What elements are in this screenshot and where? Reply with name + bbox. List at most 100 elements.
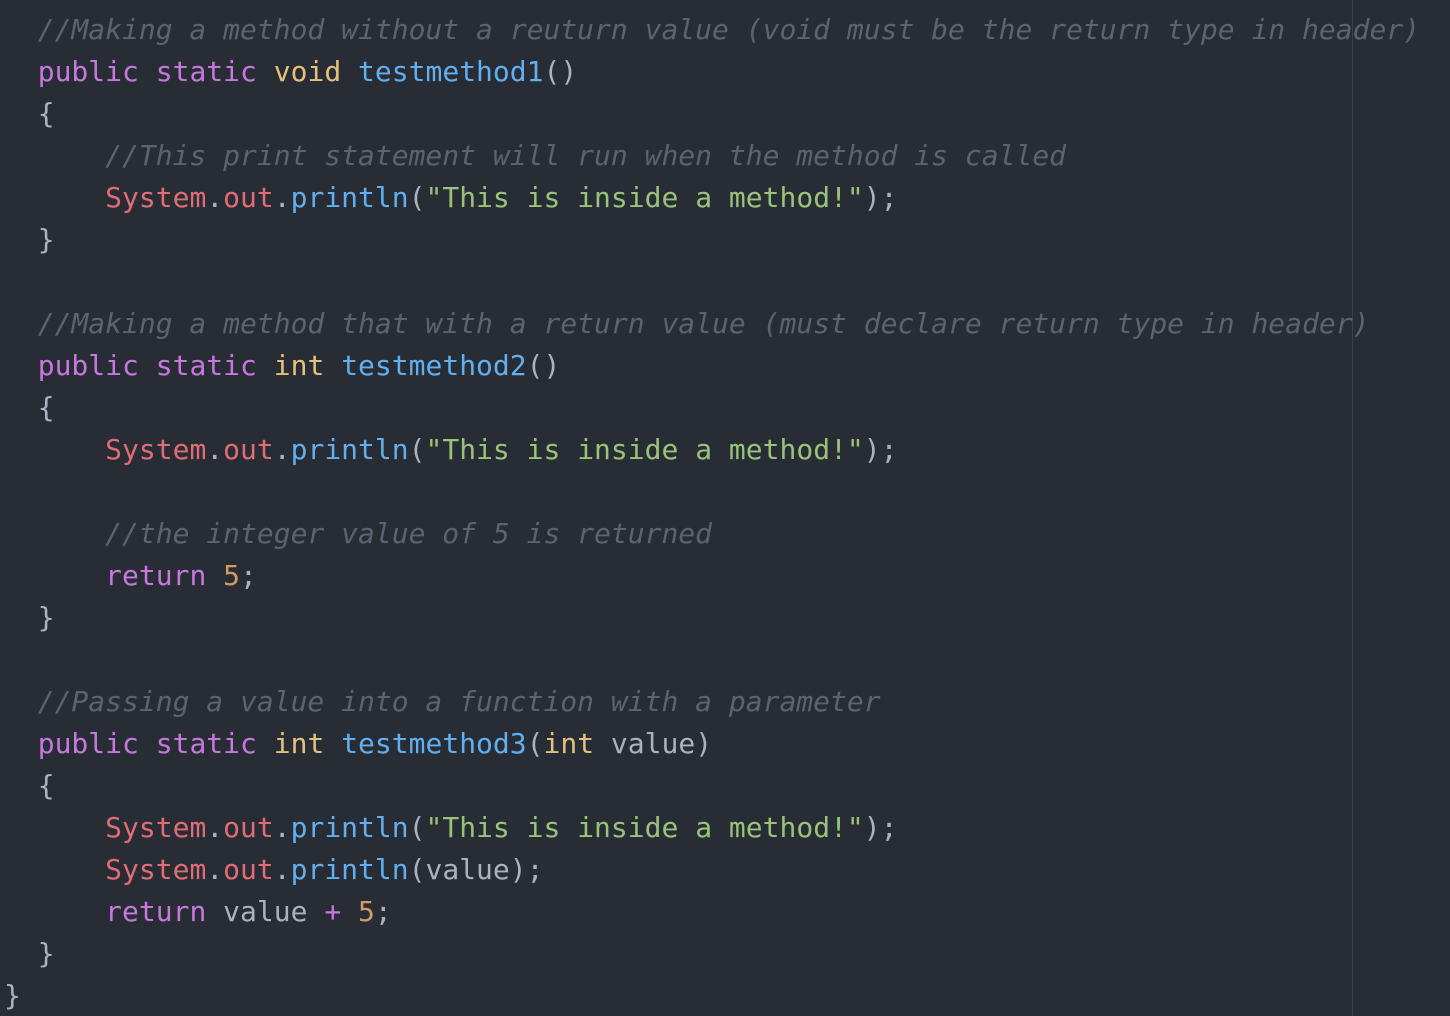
code-keyword: static <box>155 349 257 382</box>
code-punctuation: . <box>206 181 224 214</box>
code-line[interactable]: { <box>4 387 1420 429</box>
code-comment: //Passing a value into a function with a… <box>4 685 881 718</box>
code-line[interactable]: return 5; <box>4 555 1420 597</box>
code-string: "This is inside a method!" <box>425 181 864 214</box>
code-area[interactable]: //Making a method without a reuturn valu… <box>4 9 1420 1016</box>
code-operator: + <box>324 895 342 928</box>
code-line[interactable]: //This print statement will run when the… <box>4 135 1420 177</box>
code-punctuation: . <box>273 811 291 844</box>
code-class-name: System <box>105 811 207 844</box>
code-line[interactable]: //Making a method that with a return val… <box>4 303 1420 345</box>
code-punctuation: ( <box>408 811 426 844</box>
code-punctuation: . <box>206 433 224 466</box>
code-keyword: public <box>37 727 139 760</box>
code-line[interactable]: System.out.println(value); <box>4 849 1420 891</box>
code-function-name: println <box>290 811 409 844</box>
code-class-name: System <box>105 433 207 466</box>
code-punctuation: () <box>543 55 578 88</box>
code-type: int <box>543 727 595 760</box>
code-line[interactable]: public static void testmethod1() <box>4 51 1420 93</box>
code-punctuation: . <box>206 811 224 844</box>
code-punctuation: . <box>273 433 291 466</box>
code-text: value <box>594 727 696 760</box>
code-punctuation: } <box>4 223 55 256</box>
code-punctuation: ( <box>526 727 544 760</box>
code-line[interactable]: public static int testmethod3(int value) <box>4 723 1420 765</box>
code-comment: //Making a method without a reuturn valu… <box>4 13 1421 46</box>
code-line[interactable]: public static int testmethod2() <box>4 345 1420 387</box>
code-keyword: return <box>105 559 207 592</box>
code-punctuation: ( <box>408 433 426 466</box>
code-line[interactable]: //Passing a value into a function with a… <box>4 681 1420 723</box>
code-keyword: public <box>37 55 139 88</box>
code-punctuation: ); <box>863 433 898 466</box>
code-editor[interactable]: //Making a method without a reuturn valu… <box>0 0 1450 1016</box>
code-line[interactable] <box>4 261 1420 303</box>
code-line[interactable] <box>4 471 1420 513</box>
code-string: "This is inside a method!" <box>425 433 864 466</box>
code-line[interactable]: } <box>4 975 1420 1016</box>
code-comment: //This print statement will run when the… <box>4 139 1067 172</box>
code-property: out <box>223 811 274 844</box>
code-line[interactable]: } <box>4 597 1420 639</box>
code-function-name: testmethod1 <box>358 55 544 88</box>
code-function-name: println <box>290 181 409 214</box>
code-text: value <box>206 895 325 928</box>
code-line[interactable]: { <box>4 765 1420 807</box>
code-punctuation: ); <box>863 811 898 844</box>
code-punctuation: . <box>273 853 291 886</box>
code-number: 5 <box>358 895 375 928</box>
code-type: int <box>273 727 325 760</box>
code-line[interactable]: return value + 5; <box>4 891 1420 933</box>
code-line[interactable]: System.out.println("This is inside a met… <box>4 807 1420 849</box>
code-punctuation: { <box>4 97 55 130</box>
code-string: "This is inside a method!" <box>425 811 864 844</box>
code-line[interactable]: System.out.println("This is inside a met… <box>4 429 1420 471</box>
code-line[interactable]: } <box>4 933 1420 975</box>
code-punctuation: ( <box>408 181 426 214</box>
code-number: 5 <box>223 559 241 592</box>
code-function-name: println <box>290 433 409 466</box>
code-punctuation: ); <box>863 181 898 214</box>
code-keyword: public <box>37 349 139 382</box>
code-punctuation: ; <box>240 559 257 592</box>
code-property: out <box>223 181 274 214</box>
code-line[interactable]: { <box>4 93 1420 135</box>
code-type: void <box>273 55 342 88</box>
code-line[interactable]: System.out.println("This is inside a met… <box>4 177 1420 219</box>
code-line[interactable]: //Making a method without a reuturn valu… <box>4 9 1420 51</box>
code-line[interactable] <box>4 639 1420 681</box>
code-punctuation: () <box>526 349 561 382</box>
code-line[interactable]: //the integer value of 5 is returned <box>4 513 1420 555</box>
code-keyword: static <box>155 727 257 760</box>
code-punctuation: { <box>4 391 55 424</box>
code-function-name: testmethod3 <box>341 727 527 760</box>
code-punctuation: { <box>4 769 55 802</box>
code-line[interactable]: } <box>4 219 1420 261</box>
code-keyword: static <box>155 55 257 88</box>
code-punctuation: } <box>4 601 55 634</box>
code-comment: //the integer value of 5 is returned <box>4 517 713 550</box>
code-punctuation: } <box>4 937 55 970</box>
code-type: int <box>273 349 325 382</box>
code-class-name: System <box>105 181 207 214</box>
code-property: out <box>223 853 274 886</box>
